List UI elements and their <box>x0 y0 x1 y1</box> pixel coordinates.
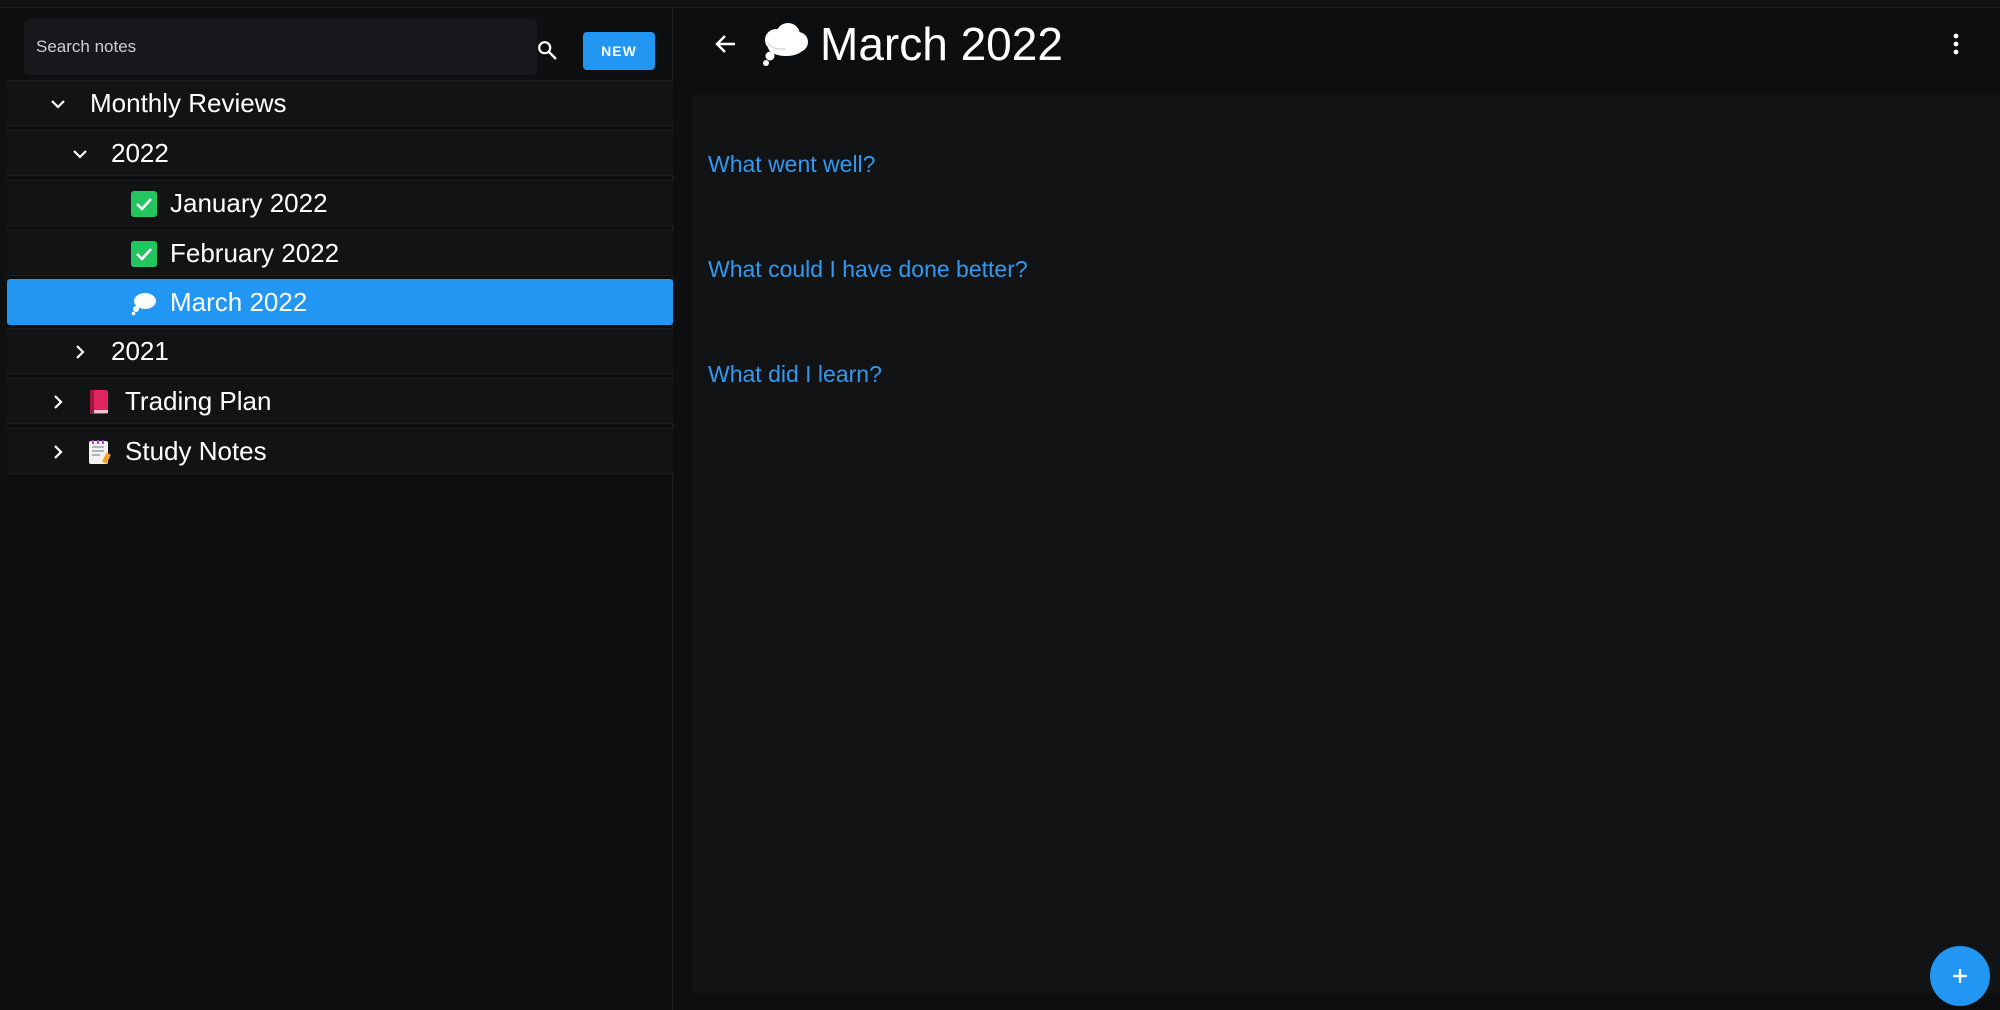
chevron-down-icon[interactable] <box>48 94 68 114</box>
add-button[interactable] <box>1930 946 1990 1006</box>
heading-what-did-i-learn[interactable]: What did I learn? <box>708 361 882 388</box>
chevron-right-icon[interactable] <box>48 442 68 462</box>
tree-item-label: 2022 <box>111 137 169 168</box>
tree-item-label: Study Notes <box>125 435 267 466</box>
tree-item-january-2022[interactable]: January 2022 <box>7 180 673 226</box>
plus-icon <box>1953 969 1967 983</box>
thought-cloud-icon <box>763 23 808 66</box>
tree-item-monthly-reviews[interactable]: Monthly Reviews <box>7 80 673 126</box>
tree-item-label: Trading Plan <box>125 385 272 416</box>
check-box-icon <box>131 191 157 217</box>
heading-what-could-be-better[interactable]: What could I have done better? <box>708 256 1028 283</box>
heading-what-went-well[interactable]: What went well? <box>708 151 875 178</box>
tree-item-trading-plan[interactable]: Trading Plan <box>7 378 673 424</box>
tree-item-label: March 2022 <box>170 286 308 317</box>
tree-item-label: January 2022 <box>170 187 328 218</box>
more-vertical-icon[interactable] <box>1946 30 1966 58</box>
red-book-icon <box>90 390 108 414</box>
new-note-button[interactable]: NEW <box>583 32 655 70</box>
search-bar <box>24 19 537 75</box>
window-top-border <box>0 0 2000 8</box>
chevron-right-icon[interactable] <box>48 392 68 412</box>
thought-cloud-icon <box>131 293 156 316</box>
search-input[interactable] <box>36 19 456 75</box>
tree-item-2021[interactable]: 2021 <box>7 328 673 374</box>
arrow-left-icon[interactable] <box>713 31 739 57</box>
check-box-icon <box>131 241 157 267</box>
page-title: March 2022 <box>820 18 1063 70</box>
tree-item-label: 2021 <box>111 335 169 366</box>
tree-item-study-notes[interactable]: Study Notes <box>7 428 673 474</box>
tree-item-february-2022[interactable]: February 2022 <box>7 230 673 276</box>
tree-item-label: Monthly Reviews <box>90 87 287 118</box>
tree-item-march-2022[interactable]: March 2022 <box>7 279 673 325</box>
note-editor[interactable] <box>691 95 2000 993</box>
chevron-right-icon[interactable] <box>70 342 90 362</box>
notepad-icon <box>89 440 111 464</box>
chevron-down-icon[interactable] <box>70 144 90 164</box>
tree-item-2022[interactable]: 2022 <box>7 130 673 176</box>
tree-item-label: February 2022 <box>170 237 340 268</box>
search-icon[interactable] <box>536 39 558 61</box>
